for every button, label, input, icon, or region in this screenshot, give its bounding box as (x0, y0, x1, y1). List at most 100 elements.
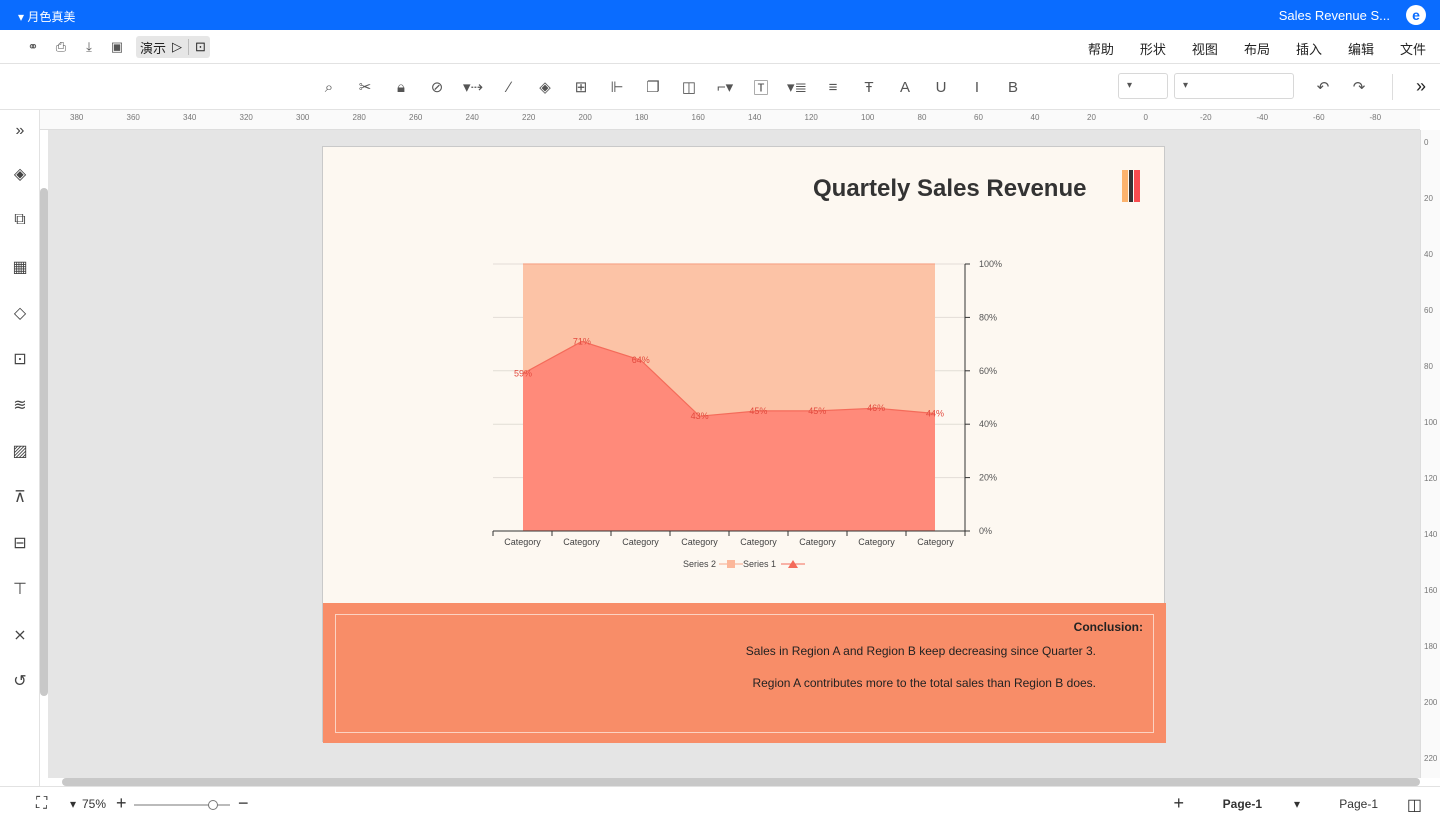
line-style-icon[interactable]: ▾⇢ (462, 77, 484, 97)
connector-icon[interactable]: ⌐▾ (714, 77, 736, 97)
ruler-label: 280 (352, 113, 366, 122)
database-icon[interactable]: ≋ (9, 394, 31, 416)
font-color-icon[interactable]: A (894, 77, 916, 97)
y-tick-label: 0% (979, 526, 992, 536)
share-icon[interactable]: ⚭ (24, 38, 42, 56)
diagram-page[interactable]: Quartely Sales Revenue 0% 20% 40% 60% 80% 100… (322, 146, 1166, 743)
ruler-label: 80 (917, 113, 927, 122)
zoom-in-icon[interactable]: + (116, 793, 127, 814)
menu-edit[interactable]: 编辑 (1348, 39, 1374, 58)
app-logo-icon[interactable]: e (1406, 5, 1426, 25)
present-button[interactable]: 演示 ▷ ⊡ (136, 36, 210, 58)
legend-label: Series 2 (683, 559, 716, 569)
menu-shape[interactable]: 形状 (1140, 39, 1166, 58)
ruler-label: 0 (1424, 138, 1429, 147)
document-title[interactable]: Sales Revenue S... (1279, 8, 1390, 23)
main-menu: 文件 编辑 插入 布局 视图 形状 帮助 (1088, 39, 1426, 58)
theme-name: 月色真美 (27, 10, 76, 24)
crop-icon[interactable]: ⊘ (426, 77, 448, 97)
conclusion-panel: Conclusion: Sales in Region A and Region… (323, 603, 1166, 743)
status-bar: ◫ Page-1 ▾ Page-1 + ⛶ ▾ 75% + − (0, 786, 1440, 821)
bring-front-icon[interactable]: ❐ (642, 77, 664, 97)
x-tick-label: Category (917, 537, 954, 547)
textbox-icon[interactable]: 🅃 (750, 77, 772, 97)
horizontal-scrollbar[interactable] (62, 778, 1420, 786)
legend-marker-series-2 (727, 560, 735, 568)
layers-icon[interactable]: ◇ (9, 302, 31, 324)
divider (1392, 74, 1393, 100)
title-bar: e Sales Revenue S... ▾ 月色真美 (0, 0, 1440, 30)
ruler-label: -20 (1200, 113, 1212, 122)
ruler-label: 0 (1143, 113, 1148, 122)
history-icon[interactable]: ↺ (9, 670, 31, 692)
zoom-level[interactable]: 75% (82, 797, 106, 811)
lock-icon[interactable]: 🔒︎ (390, 77, 412, 97)
format-icon[interactable]: ⊤ (9, 578, 31, 600)
font-family-select[interactable]: ▾ (1174, 73, 1294, 99)
play-icon: ▷ (172, 39, 183, 54)
quick-actions: ⚭ ⎙ ⤓ ▣ 演示 ▷ ⊡ (24, 36, 210, 58)
undo-icon[interactable]: ↶ (1312, 77, 1334, 97)
text-style-icon[interactable]: Ŧ (858, 77, 880, 97)
y-tick-label: 40% (979, 419, 997, 429)
grid-icon[interactable]: ▦ (9, 256, 31, 278)
download-icon[interactable]: ⤓ (80, 38, 98, 56)
ruler-label: 120 (804, 113, 818, 122)
image-icon[interactable]: ▨ (9, 440, 31, 462)
page-dropdown-icon[interactable]: ▾ (1294, 797, 1300, 811)
conclusion-line-2: Region A contributes more to the total s… (752, 676, 1096, 690)
underline-icon[interactable]: U (930, 77, 952, 97)
page-tab[interactable]: Page-1 (1223, 797, 1262, 811)
send-back-icon[interactable]: ◫ (678, 77, 700, 97)
menu-help[interactable]: 帮助 (1088, 39, 1114, 58)
zoom-slider-knob[interactable] (208, 800, 218, 810)
table-icon[interactable]: ⊟ (9, 532, 31, 554)
font-size-select[interactable]: ▾ (1118, 73, 1168, 99)
print-icon[interactable]: ⎙ (52, 38, 70, 56)
menu-view[interactable]: 视图 (1192, 39, 1218, 58)
ruler-label: 60 (1424, 306, 1433, 315)
add-page-icon[interactable]: + (1173, 793, 1184, 814)
slideshow-icon[interactable]: ⊡ (195, 39, 206, 55)
data-label: 71% (573, 336, 591, 346)
collapse-sidebar-icon[interactable]: » (9, 120, 31, 142)
search-icon[interactable]: ⌕ (318, 77, 340, 97)
fill-icon[interactable]: ◈ (534, 77, 556, 97)
divider (188, 39, 190, 55)
group-icon[interactable]: ⊞ (570, 77, 592, 97)
vertical-scrollbar[interactable] (40, 188, 48, 696)
theme-selector[interactable]: ▾ 月色真美 (18, 8, 75, 25)
x-tick-label: Category (740, 537, 777, 547)
save-icon[interactable]: ▣ (108, 38, 126, 56)
x-tick-label: Category (681, 537, 718, 547)
text-align-icon[interactable]: ≡ (822, 77, 844, 97)
bold-icon[interactable]: B (1002, 77, 1024, 97)
page-selector[interactable]: Page-1 (1339, 797, 1378, 811)
page-panel-icon[interactable]: ◫ (1407, 795, 1422, 815)
redo-icon[interactable]: ↷ (1348, 77, 1370, 97)
expand-panel-icon[interactable]: » (1416, 76, 1426, 97)
stacked-area-chart[interactable]: 0% 20% 40% 60% 80% 100% Category Category Catego… (323, 147, 1166, 603)
menu-layout[interactable]: 布局 (1244, 39, 1270, 58)
presentation-icon[interactable]: ⊡ (9, 348, 31, 370)
ruler-label: 160 (691, 113, 705, 122)
y-tick-label: 20% (979, 473, 997, 483)
menu-file[interactable]: 文件 (1400, 39, 1426, 58)
align-icon[interactable]: ⊩ (606, 77, 628, 97)
paint-bucket-icon[interactable]: ◈ (9, 163, 31, 185)
org-chart-icon[interactable]: ⊼ (9, 486, 31, 508)
x-tick-label: Category (504, 537, 541, 547)
menu-insert[interactable]: 插入 (1296, 39, 1322, 58)
italic-icon[interactable]: I (966, 77, 988, 97)
shape-icon[interactable]: ⧉ (9, 209, 31, 231)
connect-icon[interactable]: ⨯ (9, 624, 31, 646)
fullscreen-icon[interactable]: ⛶ (36, 795, 47, 813)
tools-icon[interactable]: ✂ (354, 77, 376, 97)
zoom-out-icon[interactable]: − (238, 793, 249, 814)
conclusion-box[interactable]: Conclusion: Sales in Region A and Region… (335, 614, 1154, 733)
line-spacing-icon[interactable]: ▾≣ (786, 77, 808, 97)
line-color-icon[interactable]: ∕ (498, 77, 520, 97)
ruler-label: 220 (522, 113, 536, 122)
zoom-dropdown-icon[interactable]: ▾ (70, 797, 76, 811)
ruler-label: 200 (578, 113, 592, 122)
